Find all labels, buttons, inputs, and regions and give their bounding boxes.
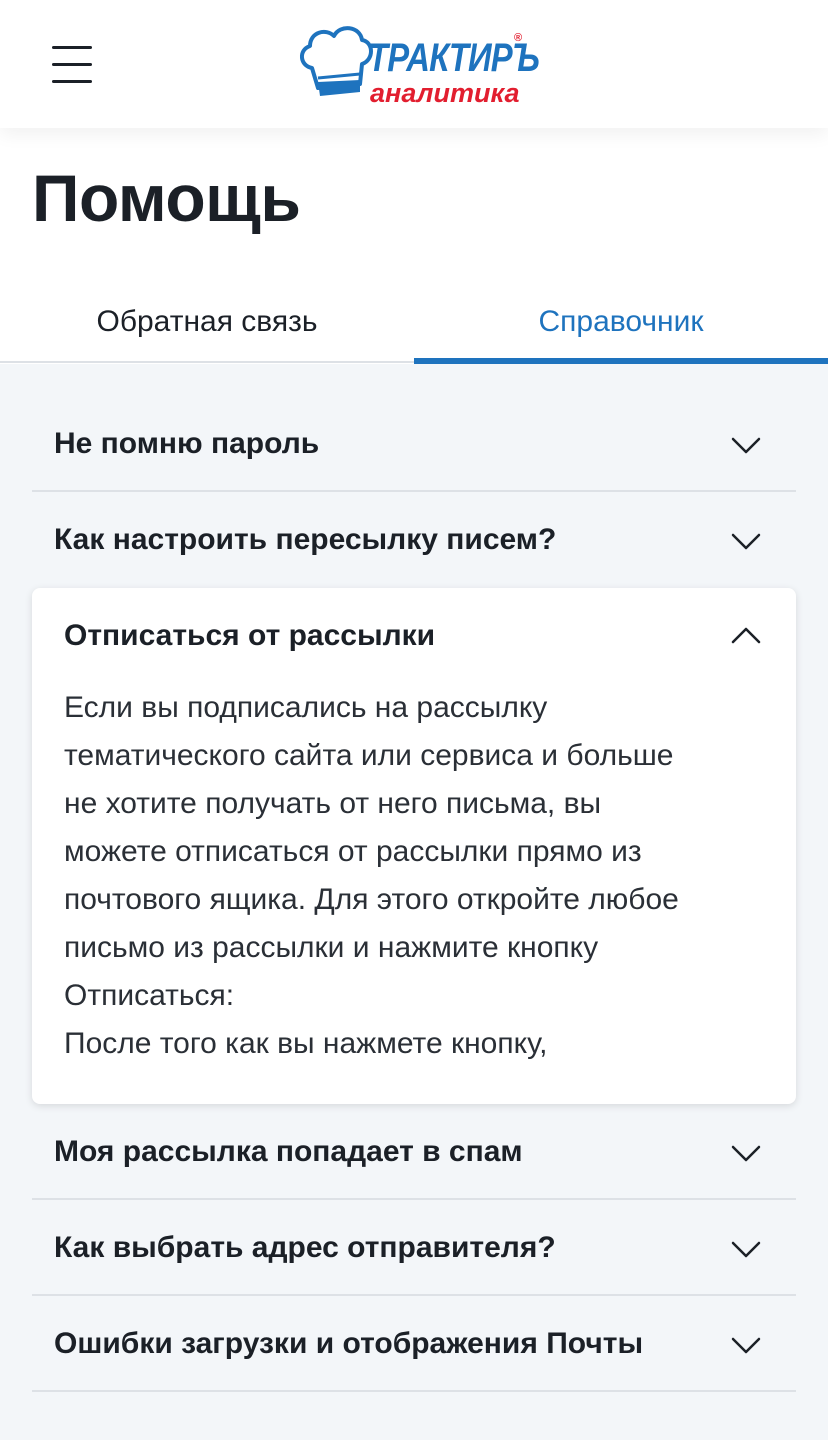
chevron-down-icon [731, 1337, 761, 1354]
faq-item-mail-forwarding[interactable]: Как настроить пересылку писем? [32, 492, 796, 588]
app-header: ТРАКТИРЪ ® аналитика [0, 0, 828, 128]
logo-subtitle: аналитика [370, 78, 520, 108]
faq-item-unsubscribe: Отписаться от рассылки Если вы подписали… [32, 588, 796, 1104]
chevron-up-icon [731, 627, 761, 644]
answer-line: Отписаться: [64, 979, 235, 1012]
answer-line: почтового ящика. Для этого откройте любо… [64, 883, 679, 916]
faq-question: Отписаться от рассылки [64, 619, 436, 652]
answer-line: Если вы подписались на рассылку [64, 691, 548, 724]
faq-item-unsubscribe-header[interactable]: Отписаться от рассылки [32, 588, 796, 684]
faq-question: Как выбрать адрес отправителя? [54, 1231, 556, 1264]
faq-question: Как настроить пересылку писем? [54, 523, 557, 556]
answer-line: можете отписаться от рассылки прямо из [64, 835, 642, 868]
chevron-down-icon [731, 437, 761, 454]
faq-answer: Если вы подписались на рассылку тематиче… [64, 684, 764, 1068]
registered-mark: ® [514, 32, 523, 44]
chef-hat-icon [300, 26, 373, 96]
faq-question: Ошибки загрузки и отображения Почты [54, 1327, 644, 1360]
chevron-down-icon [731, 533, 761, 550]
answer-line: письмо из рассылки и нажмите кнопку [64, 931, 599, 964]
chevron-down-icon [731, 1241, 761, 1258]
hamburger-menu-icon[interactable] [52, 46, 92, 83]
page-title: Помощь [32, 161, 301, 235]
answer-line: тематического сайта или сервиса и больше [64, 739, 674, 772]
tab-reference[interactable]: Справочник [414, 282, 828, 362]
active-tab-indicator [414, 358, 828, 364]
faq-item-forgot-password[interactable]: Не помню пароль [32, 396, 796, 492]
answer-line: не хотите получать от него письма, вы [64, 787, 602, 820]
faq-question: Не помню пароль [54, 427, 320, 460]
answer-line: После того как вы нажмете кнопку, [64, 1027, 548, 1060]
chevron-down-icon [731, 1145, 761, 1162]
faq-item-mail-errors[interactable]: Ошибки загрузки и отображения Почты [32, 1296, 796, 1392]
tab-feedback[interactable]: Обратная связь [0, 282, 414, 362]
brand-logo[interactable]: ТРАКТИРЪ ® аналитика [298, 22, 540, 108]
faq-item-spam[interactable]: Моя рассылка попадает в спам [32, 1104, 796, 1200]
faq-item-sender-address[interactable]: Как выбрать адрес отправителя? [32, 1200, 796, 1296]
faq-question: Моя рассылка попадает в спам [54, 1135, 523, 1168]
